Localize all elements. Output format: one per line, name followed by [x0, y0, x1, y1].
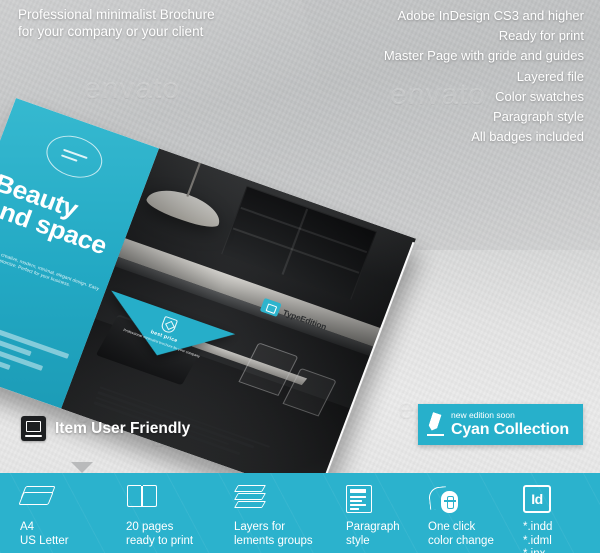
bottom-feature-label: *.indd *.idml *.inx	[523, 521, 593, 553]
feature-list-item: Adobe InDesign CS3 and higher	[397, 8, 584, 23]
bottom-feature-label: Paragraph style	[346, 521, 428, 548]
feature-line2: style	[346, 534, 370, 547]
layers-icon	[233, 485, 346, 515]
feature-line1: A4	[20, 521, 35, 533]
feature-line3: *.inx	[523, 548, 593, 553]
paragraph-icon	[346, 485, 428, 515]
brochure-cover-wrap: Beauty and space Your project, creative,…	[0, 68, 566, 500]
feature-line2: *.idml	[523, 534, 552, 547]
open-book-icon	[126, 485, 234, 515]
headline-left-line1: Professional minimalist Brochure	[18, 7, 215, 22]
bottom-feature-row: A4 US Letter 20 pages ready to print Lay…	[0, 473, 600, 553]
feature-line1: *.indd	[523, 521, 553, 533]
bottom-feature-oneclick: One click color change	[427, 485, 523, 548]
bottom-feature-label: Layers for lements groups	[234, 521, 346, 548]
paper-stack-icon	[18, 485, 120, 515]
bottom-feature-label: A4 US Letter	[20, 521, 120, 548]
bottom-feature-paragraph: Paragraph style	[346, 485, 428, 548]
bar-notch-icon	[71, 462, 93, 473]
item-user-friendly-label: Item User Friendly	[55, 419, 191, 437]
id-icon-text: Id	[531, 491, 543, 507]
poster-canvas: envato envato envato envato envato envat…	[0, 0, 600, 553]
bottom-feature-bar: A4 US Letter 20 pages ready to print Lay…	[0, 473, 600, 553]
feature-line1: Layers for	[234, 521, 286, 533]
feature-line1: 20 pages	[126, 521, 174, 533]
shield-icon	[159, 315, 178, 335]
headline-left: Professional minimalist Brochure for you…	[18, 6, 215, 40]
cyan-collection-subtitle: new edition soon	[451, 410, 515, 421]
bottom-feature-a4: A4 US Letter	[18, 485, 120, 548]
cyan-collection-text: new edition soon Cyan Collection	[451, 411, 569, 438]
cover-placeholder-lines	[0, 311, 70, 392]
feature-line2: US Letter	[20, 534, 69, 547]
bottom-feature-pages: 20 pages ready to print	[126, 485, 234, 548]
monitor-base	[25, 435, 42, 437]
cyan-collection-badge[interactable]: new edition soon Cyan Collection	[418, 404, 583, 445]
mouse-icon	[427, 485, 523, 515]
cyan-collection-title: Cyan Collection	[451, 420, 569, 438]
bottom-feature-layers: Layers for lements groups	[233, 485, 346, 548]
feature-line1: One click	[428, 521, 476, 533]
feature-line2: lements groups	[234, 534, 313, 547]
headline-left-line2: for your company or your client	[18, 24, 204, 39]
bottom-feature-label: One click color change	[428, 521, 523, 548]
brochure-mockup: Beauty and space Beauty and space Beauty…	[0, 40, 600, 500]
feature-line1: Paragraph	[346, 521, 400, 533]
bottom-feature-filetypes: Id *.indd *.idml *.inx	[523, 485, 593, 553]
monitor-screen	[26, 421, 41, 432]
cover-emblem-icon	[40, 128, 109, 185]
feature-line2: ready to print	[126, 534, 194, 547]
pencil-icon	[427, 412, 444, 438]
item-user-friendly: Item User Friendly	[21, 416, 190, 441]
monitor-icon	[21, 416, 46, 441]
indesign-id-icon: Id	[523, 485, 593, 515]
cover-title: Beauty and space	[0, 169, 150, 271]
bottom-feature-label: 20 pages ready to print	[126, 521, 234, 548]
feature-line2: color change	[428, 534, 494, 547]
